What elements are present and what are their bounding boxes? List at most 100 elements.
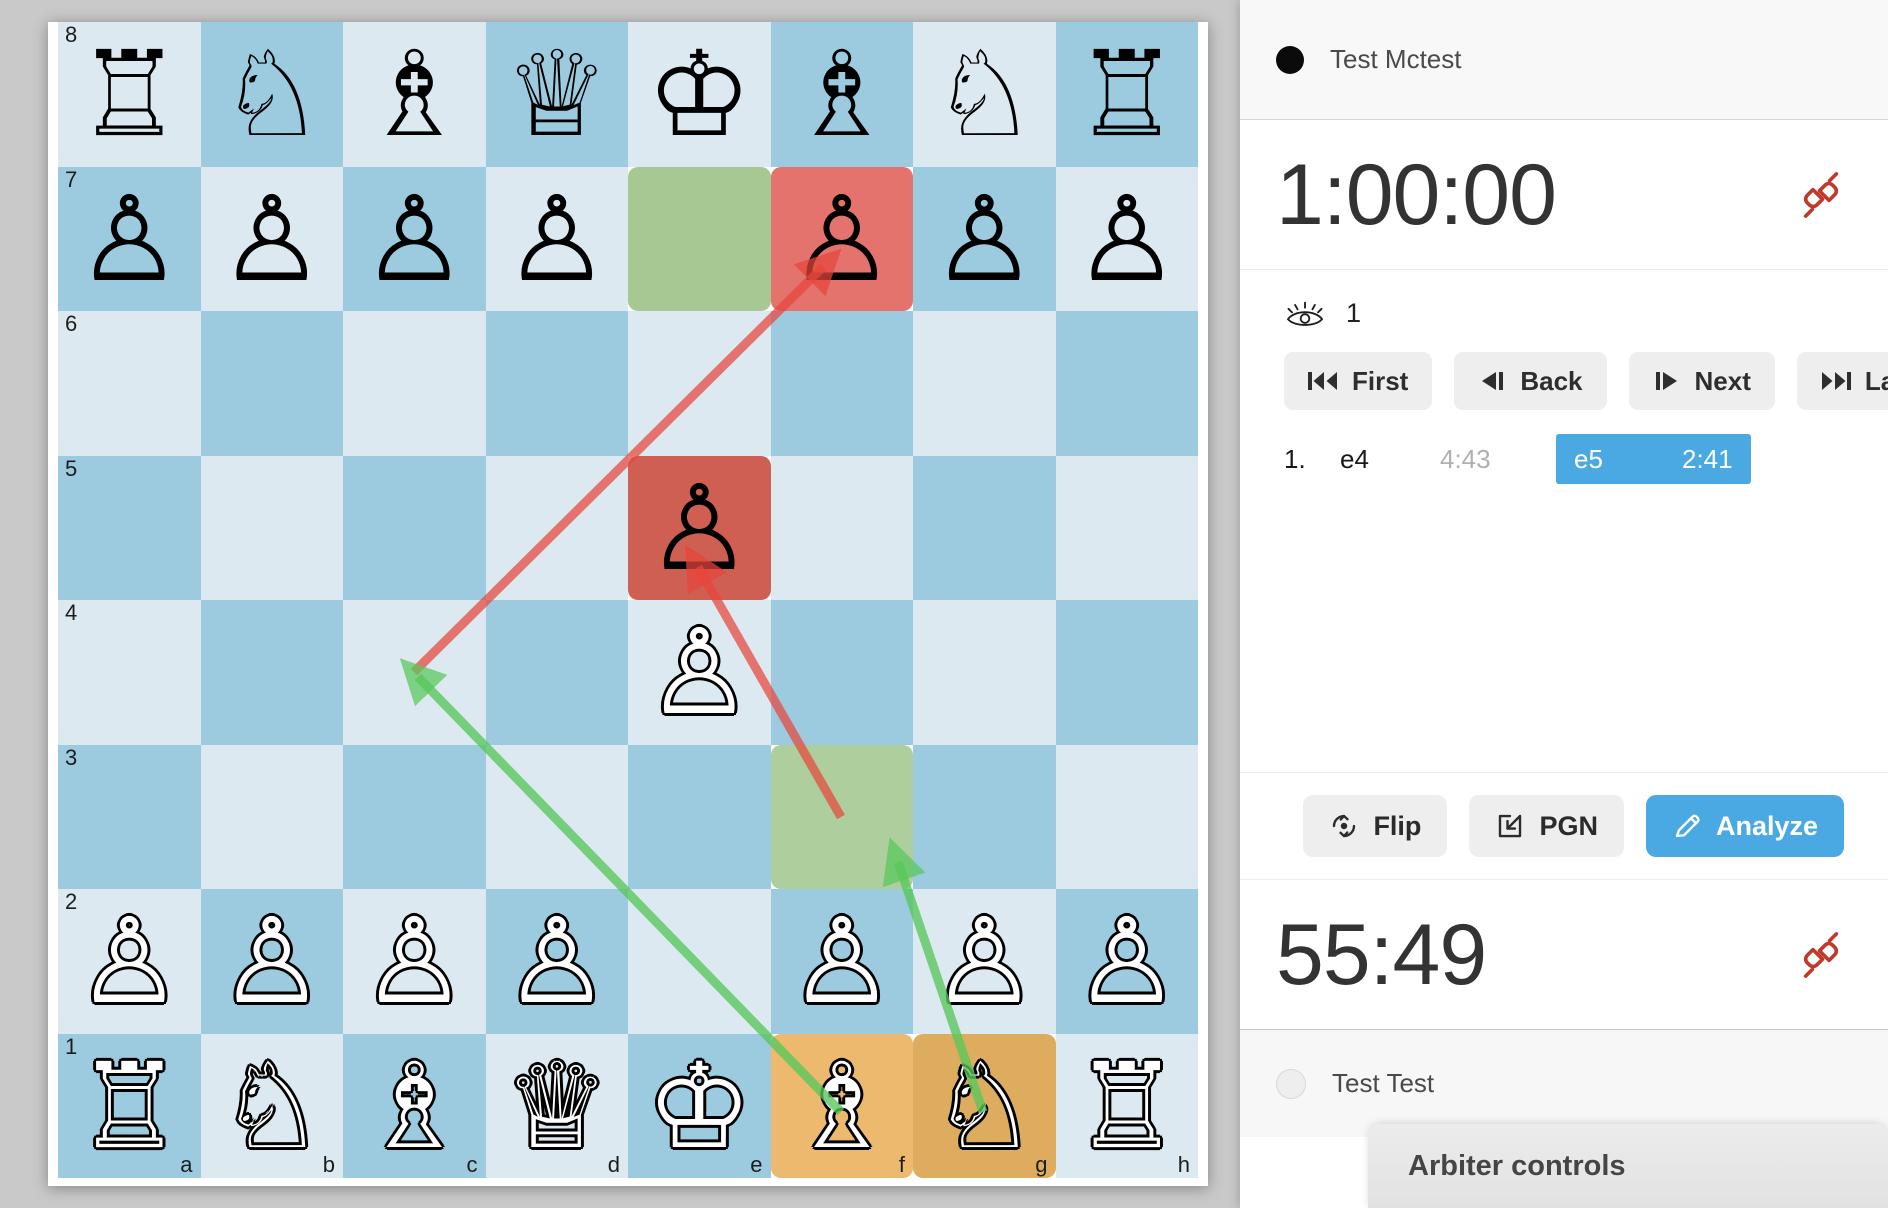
piece-p-h7[interactable]: ♙ bbox=[1056, 167, 1199, 312]
board-square-e7[interactable] bbox=[628, 166, 771, 311]
board-square-e4[interactable]: ♙ bbox=[628, 600, 771, 745]
board-square-g3[interactable] bbox=[913, 744, 1056, 889]
board-square-f5[interactable] bbox=[770, 455, 913, 600]
board-square-a2[interactable]: 2 ♙ bbox=[58, 889, 201, 1034]
board-square-d6[interactable] bbox=[485, 311, 628, 456]
piece-P-e4[interactable]: ♙ bbox=[628, 600, 771, 745]
board-square-d7[interactable]: ♙ bbox=[485, 166, 629, 312]
board-square-h1[interactable]: h ♖ bbox=[1055, 1033, 1198, 1178]
board-square-g8[interactable]: ♘ bbox=[913, 22, 1056, 167]
piece-r-h8[interactable]: ♖ bbox=[1056, 22, 1199, 167]
board-square-h8[interactable]: ♖ bbox=[1055, 22, 1199, 167]
board-square-e8[interactable]: ♔ bbox=[628, 22, 771, 167]
piece-k-e8[interactable]: ♔ bbox=[628, 22, 771, 167]
board-square-f6[interactable] bbox=[770, 311, 913, 456]
board-square-a4[interactable]: 4 bbox=[58, 600, 201, 745]
piece-p-e5[interactable]: ♙ bbox=[628, 456, 771, 601]
piece-p-a7[interactable]: ♙ bbox=[58, 167, 201, 312]
piece-R-a1[interactable]: ♖ bbox=[58, 1034, 201, 1179]
board-square-f3[interactable] bbox=[770, 744, 913, 889]
piece-P-c2[interactable]: ♙ bbox=[343, 889, 486, 1034]
board-square-g5[interactable] bbox=[913, 455, 1056, 600]
board-square-c4[interactable] bbox=[343, 600, 486, 745]
board-square-e5[interactable]: ♙ bbox=[628, 455, 771, 601]
board-square-f7[interactable]: ♙ bbox=[770, 166, 913, 311]
first-move-button[interactable]: First bbox=[1284, 352, 1433, 410]
piece-Q-d1[interactable]: ♕ bbox=[486, 1034, 629, 1179]
board-square-a3[interactable]: 3 bbox=[58, 744, 201, 889]
piece-N-b1[interactable]: ♘ bbox=[201, 1034, 344, 1179]
board-square-b3[interactable] bbox=[200, 744, 343, 889]
piece-B-f1[interactable]: ♗ bbox=[771, 1034, 914, 1179]
board-square-b4[interactable] bbox=[200, 600, 343, 745]
move-list-pane[interactable]: 1. e4 4:43 e5 2:41 bbox=[1240, 420, 1888, 772]
board-square-b5[interactable] bbox=[200, 455, 343, 600]
piece-p-g7[interactable]: ♙ bbox=[913, 167, 1056, 312]
board-square-f1[interactable]: f ♗ bbox=[770, 1033, 914, 1179]
piece-p-d7[interactable]: ♙ bbox=[486, 167, 629, 312]
analyze-button[interactable]: Analyze bbox=[1645, 795, 1844, 857]
piece-P-h2[interactable]: ♙ bbox=[1056, 889, 1199, 1034]
board-square-a8[interactable]: 8 ♖ bbox=[58, 22, 201, 167]
board-square-d5[interactable] bbox=[485, 455, 628, 600]
board-square-h2[interactable]: ♙ bbox=[1055, 889, 1199, 1034]
board-square-h5[interactable] bbox=[1055, 455, 1198, 600]
board-square-g4[interactable] bbox=[913, 600, 1056, 745]
board-square-g1[interactable]: g ♘ bbox=[913, 1033, 1056, 1179]
piece-q-d8[interactable]: ♕ bbox=[486, 22, 629, 167]
board-square-c2[interactable]: ♙ bbox=[343, 889, 486, 1034]
move-list[interactable]: 1. e4 4:43 e5 2:41 bbox=[1240, 420, 1888, 484]
next-move-button[interactable]: Next bbox=[1628, 352, 1775, 410]
board-square-h6[interactable] bbox=[1055, 311, 1198, 456]
piece-P-d2[interactable]: ♙ bbox=[486, 889, 629, 1034]
board-square-f2[interactable]: ♙ bbox=[770, 889, 914, 1034]
piece-P-f2[interactable]: ♙ bbox=[771, 889, 914, 1034]
board-square-c6[interactable] bbox=[343, 311, 486, 456]
board-square-a7[interactable]: 7 ♙ bbox=[58, 166, 201, 312]
board-square-a1[interactable]: 1 a ♖ bbox=[58, 1033, 201, 1179]
arbiter-controls-panel[interactable]: Arbiter controls bbox=[1368, 1124, 1888, 1208]
board-square-h3[interactable] bbox=[1055, 744, 1198, 889]
board-square-d2[interactable]: ♙ bbox=[485, 889, 629, 1034]
board-square-c3[interactable] bbox=[343, 744, 486, 889]
piece-b-f8[interactable]: ♗ bbox=[771, 22, 914, 167]
pgn-button[interactable]: PGN bbox=[1469, 795, 1624, 857]
board-square-b7[interactable]: ♙ bbox=[200, 166, 344, 312]
board-square-d8[interactable]: ♕ bbox=[485, 22, 629, 167]
board-square-e2[interactable] bbox=[628, 889, 771, 1034]
board-square-c7[interactable]: ♙ bbox=[343, 166, 486, 312]
board-square-a6[interactable]: 6 bbox=[58, 311, 201, 456]
board-square-h7[interactable]: ♙ bbox=[1055, 166, 1199, 312]
board-square-b6[interactable] bbox=[200, 311, 343, 456]
board-square-b8[interactable]: ♘ bbox=[200, 22, 343, 167]
flip-board-button[interactable]: Flip bbox=[1303, 795, 1448, 857]
board-square-e3[interactable] bbox=[628, 744, 771, 889]
piece-P-g2[interactable]: ♙ bbox=[913, 889, 1056, 1034]
move-white-e4[interactable]: e4 4:43 bbox=[1340, 434, 1560, 484]
board-square-b2[interactable]: ♙ bbox=[200, 889, 344, 1034]
board-square-c1[interactable]: c ♗ bbox=[343, 1033, 486, 1179]
board-square-d1[interactable]: d ♕ bbox=[485, 1033, 629, 1179]
board-square-g6[interactable] bbox=[913, 311, 1056, 456]
piece-p-c7[interactable]: ♙ bbox=[343, 167, 486, 312]
board-square-a5[interactable]: 5 bbox=[58, 455, 201, 600]
piece-b-c8[interactable]: ♗ bbox=[343, 22, 486, 167]
chessboard[interactable]: 8 ♖ ♘ ♗ ♕ ♔ ♗ ♘ ♖ 7 ♙ ♙ ♙ ♙ ♙ ♙ ♙ 6 5 ♙ 4 ♙ 3 2 ♙ ♙ ♙ ♙ ♙ ♙ ♙ 1 a ♖ b ♘ c ♗ d ♕… bbox=[58, 22, 1198, 1178]
board-square-c5[interactable] bbox=[343, 455, 486, 600]
board-square-d3[interactable] bbox=[485, 744, 628, 889]
piece-P-b2[interactable]: ♙ bbox=[201, 889, 344, 1034]
piece-p-b7[interactable]: ♙ bbox=[201, 167, 344, 312]
piece-N-g1[interactable]: ♘ bbox=[913, 1034, 1056, 1179]
board-square-e6[interactable] bbox=[628, 311, 771, 456]
piece-r-a8[interactable]: ♖ bbox=[58, 22, 201, 167]
board-square-g7[interactable]: ♙ bbox=[913, 166, 1056, 312]
move-black-e5[interactable]: e5 2:41 bbox=[1556, 434, 1751, 484]
board-square-e1[interactable]: e ♔ bbox=[628, 1033, 771, 1179]
piece-P-a2[interactable]: ♙ bbox=[58, 889, 201, 1034]
last-move-button[interactable]: Last bbox=[1796, 352, 1888, 410]
piece-B-c1[interactable]: ♗ bbox=[343, 1034, 486, 1179]
piece-K-e1[interactable]: ♔ bbox=[628, 1034, 771, 1179]
board-square-g2[interactable]: ♙ bbox=[913, 889, 1056, 1034]
board-square-h4[interactable] bbox=[1055, 600, 1198, 745]
board-square-f4[interactable] bbox=[770, 600, 913, 745]
